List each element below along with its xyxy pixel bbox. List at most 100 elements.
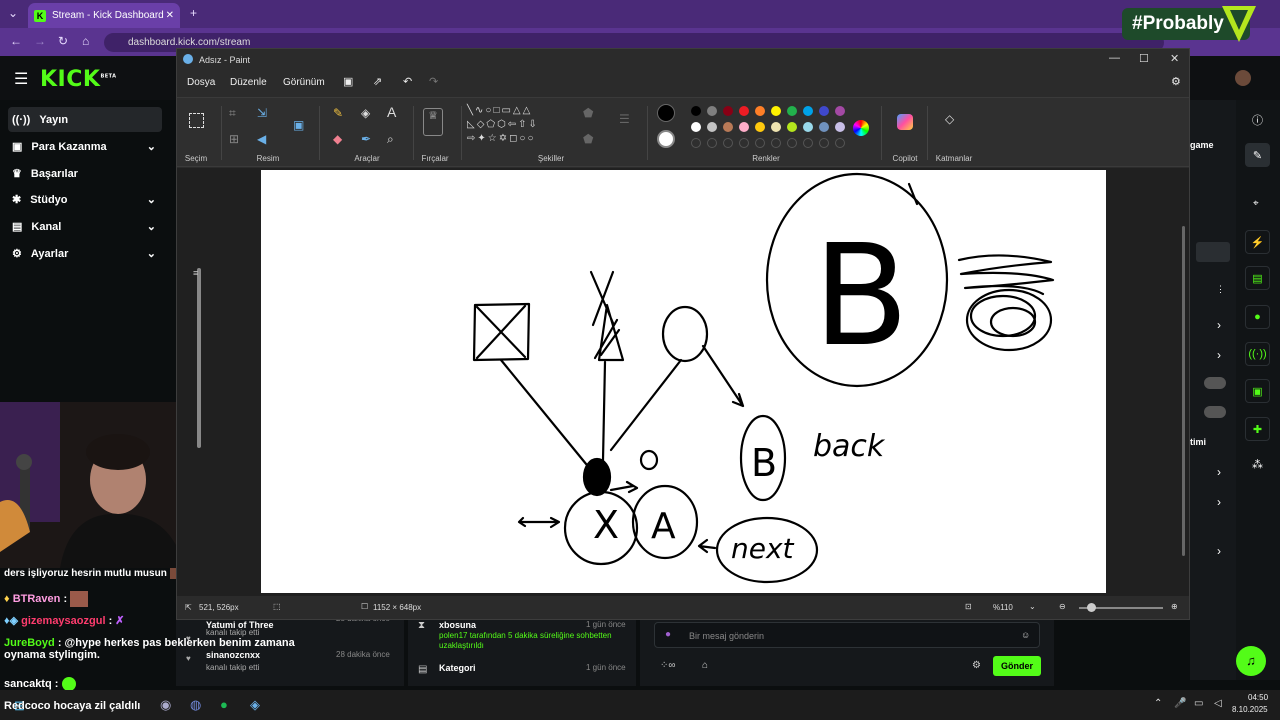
empty-palette-slot[interactable]	[771, 138, 781, 148]
size-icon[interactable]: ☰	[619, 112, 630, 126]
avatar[interactable]	[1235, 70, 1251, 86]
layers-icon[interactable]: ◇	[945, 112, 954, 126]
palette-swatch[interactable]	[723, 106, 733, 116]
sidebar-item-basarilar[interactable]: ♛ Başarılar	[8, 161, 162, 186]
steam-icon[interactable]: ◉	[160, 697, 171, 713]
save-icon[interactable]: ▣	[343, 75, 353, 88]
infinity-icon[interactable]: ⁘∞	[660, 660, 676, 671]
primary-color-swatch[interactable]	[657, 104, 675, 122]
store-icon[interactable]: ⌂	[702, 660, 708, 671]
zoom-out-icon[interactable]: ⊖	[1059, 602, 1066, 611]
undo-icon[interactable]: ↶	[403, 75, 412, 88]
palette-swatch[interactable]	[739, 122, 749, 132]
brush-icon[interactable]: ♕	[423, 108, 443, 136]
message-input[interactable]: ● Bir mesaj gönderin ☺	[654, 622, 1040, 648]
sidebar-item-yayin[interactable]: ((·)) Yayın	[8, 107, 162, 132]
zoom-in-icon[interactable]: ⊕	[1171, 602, 1178, 611]
outline-icon[interactable]: ⬟	[583, 106, 593, 120]
help-icon[interactable]: ♫	[1236, 646, 1266, 676]
browser-tab[interactable]: K Stream - Kick Dashboard ✕	[28, 3, 180, 28]
fit-icon[interactable]: ⊡	[965, 602, 972, 611]
chevron-up-icon[interactable]: ⌃	[1154, 698, 1162, 709]
palette-swatch[interactable]	[707, 122, 717, 132]
palette-swatch[interactable]	[771, 106, 781, 116]
discord-icon[interactable]: ◍	[190, 697, 201, 713]
close-tab-icon[interactable]: ✕	[166, 10, 174, 21]
empty-palette-slot[interactable]	[803, 138, 813, 148]
empty-palette-slot[interactable]	[739, 138, 749, 148]
input-box[interactable]	[1196, 242, 1230, 262]
nodes-icon[interactable]: ⁂	[1252, 458, 1263, 471]
menu-gorunum[interactable]: Görünüm	[283, 77, 325, 88]
target-icon[interactable]: ⌖	[1253, 198, 1259, 209]
send-button[interactable]: Gönder	[993, 656, 1041, 676]
edit-icon[interactable]: ✎	[1245, 143, 1270, 167]
empty-palette-slot[interactable]	[819, 138, 829, 148]
notes-icon[interactable]: ▤	[1245, 266, 1270, 290]
empty-palette-slot[interactable]	[723, 138, 733, 148]
chat-icon[interactable]: ●	[1245, 305, 1270, 329]
chevron-down-icon[interactable]: ⌄	[1029, 602, 1036, 611]
sidebar-item-kanal[interactable]: ▤ Kanal ⌄	[8, 214, 162, 239]
paint-taskbar-icon[interactable]: ◈	[250, 697, 260, 713]
network-icon[interactable]: ▭	[1194, 698, 1203, 709]
palette-swatch[interactable]	[803, 122, 813, 132]
gear-icon[interactable]: ⚙	[972, 660, 981, 671]
chevron-right-icon[interactable]: ›	[1217, 318, 1221, 332]
drawing-canvas[interactable]: X A B B back next	[261, 170, 1106, 593]
crop-icon[interactable]: ⌗	[229, 106, 236, 121]
hamburger-menu-icon[interactable]: ☰	[14, 69, 28, 89]
palette-swatch[interactable]	[739, 106, 749, 116]
pencil-icon[interactable]: ✎	[333, 106, 343, 120]
palette-swatch[interactable]	[787, 122, 797, 132]
palette-swatch[interactable]	[819, 106, 829, 116]
chevron-right-icon[interactable]: ›	[1217, 544, 1221, 558]
palette-swatch[interactable]	[723, 122, 733, 132]
chevron-right-icon[interactable]: ›	[1217, 495, 1221, 509]
shapes-gallery[interactable]: ╲∿○□▭△△ ◺◇⬠⬡⇦⇧⇩ ⇨✦☆✡◻○○	[467, 104, 577, 148]
broadcast-icon[interactable]: ((·))	[1245, 342, 1270, 366]
reload-icon[interactable]: ↻	[58, 34, 68, 48]
zoom-slider-thumb[interactable]	[1087, 603, 1096, 612]
sidebar-item-para-kazanma[interactable]: ▣ Para Kazanma ⌄	[8, 134, 162, 159]
secondary-color-swatch[interactable]	[657, 130, 675, 148]
sidebar-item-ayarlar[interactable]: ⚙ Ayarlar ⌄	[8, 241, 162, 266]
palette-swatch[interactable]	[691, 122, 701, 132]
sidebar-item-studyo[interactable]: ✱ Stüdyo ⌄	[8, 187, 162, 212]
empty-palette-slot[interactable]	[755, 138, 765, 148]
chevron-right-icon[interactable]: ›	[1217, 465, 1221, 479]
image-icon[interactable]: ▣	[293, 118, 304, 132]
new-tab-icon[interactable]: +	[190, 6, 197, 20]
redo-icon[interactable]: ↷	[429, 75, 438, 88]
more-icon[interactable]: ⋮	[1216, 284, 1225, 295]
empty-palette-slot[interactable]	[707, 138, 717, 148]
wrench-icon[interactable]: ✚	[1245, 417, 1270, 441]
share-icon[interactable]: ⇗	[373, 75, 382, 88]
text-icon[interactable]: A	[387, 104, 396, 120]
user-card-icon[interactable]: ▣	[1245, 379, 1270, 403]
volume-icon[interactable]: ◁	[1214, 698, 1222, 709]
lightning-icon[interactable]: ⚡	[1245, 230, 1270, 254]
microphone-icon[interactable]: 🎤	[1174, 698, 1186, 709]
menu-duzenle[interactable]: Düzenle	[230, 77, 267, 88]
palette-swatch[interactable]	[755, 106, 765, 116]
palette-swatch[interactable]	[819, 122, 829, 132]
palette-swatch[interactable]	[787, 106, 797, 116]
grid-icon[interactable]: ⊞	[229, 132, 239, 146]
resize-icon[interactable]: ⇲	[257, 106, 267, 120]
toggle-switch[interactable]	[1204, 377, 1226, 389]
palette-swatch[interactable]	[835, 122, 845, 132]
palette-swatch[interactable]	[755, 122, 765, 132]
palette-swatch[interactable]	[691, 106, 701, 116]
minimize-icon[interactable]: —	[1109, 52, 1120, 64]
copilot-icon[interactable]	[897, 114, 913, 130]
eraser-icon[interactable]: ◆	[333, 132, 342, 146]
back-icon[interactable]: ←	[10, 34, 22, 48]
forward-icon[interactable]: →	[34, 34, 46, 48]
settings-gear-icon[interactable]: ⚙	[1171, 75, 1181, 88]
close-icon[interactable]: ✕	[1170, 52, 1179, 65]
color-picker-icon[interactable]: ✒	[361, 132, 371, 146]
palette-swatch[interactable]	[803, 106, 813, 116]
edit-colors-icon[interactable]	[853, 120, 869, 136]
select-tool-icon[interactable]	[189, 113, 204, 128]
